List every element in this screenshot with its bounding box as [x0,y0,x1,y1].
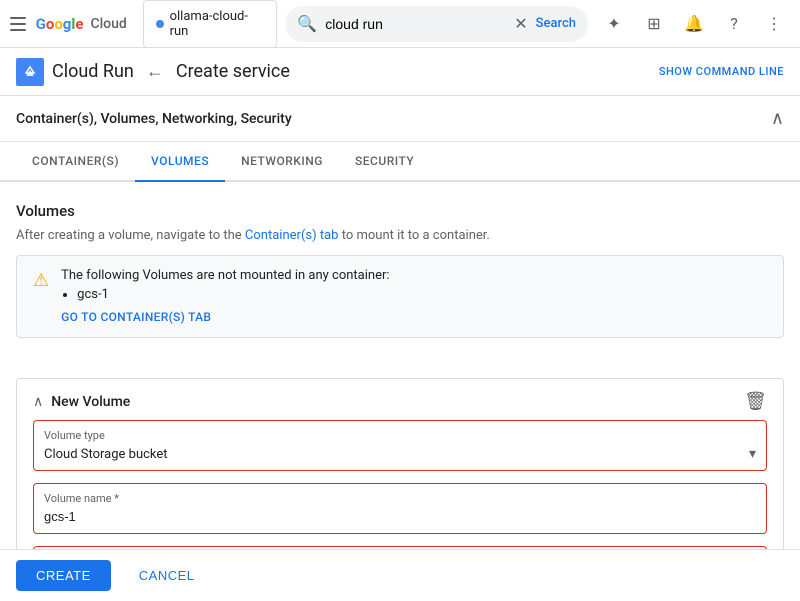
tab-networking[interactable]: NETWORKING [225,142,339,182]
tab-label: ollama-cloud-run [170,9,265,39]
volume-name-input[interactable] [44,509,756,524]
help-icon[interactable]: ? [716,6,752,42]
section-header: Container(s), Volumes, Networking, Secur… [0,96,800,142]
warning-text: The following Volumes are not mounted in… [61,268,767,283]
sub-header-left: Cloud Run ← Create service [16,58,290,86]
search-input[interactable] [325,16,506,32]
top-bar: Google Cloud ollama-cloud-run 🔍 ✕ Search… [0,0,800,48]
delete-volume-icon[interactable]: 🗑 [744,391,767,412]
volume-type-select[interactable]: Cloud Storage bucket ▾ [44,446,756,462]
browser-tab[interactable]: ollama-cloud-run [143,0,278,48]
volumes-description: After creating a volume, navigate to the… [16,228,784,243]
search-button[interactable]: Search [536,16,576,31]
volume-type-value: Cloud Storage bucket [44,447,168,462]
bell-icon[interactable]: 🔔 [676,6,712,42]
container-tab-link[interactable]: Container(s) tab [245,228,339,243]
volume-type-label: Volume type [44,429,756,442]
warning-content: The following Volumes are not mounted in… [61,268,767,325]
search-clear-icon[interactable]: ✕ [514,14,527,33]
tab-security[interactable]: SECURITY [339,142,430,182]
section-title: Container(s), Volumes, Networking, Secur… [16,111,292,127]
cloud-run-icon [16,58,44,86]
volumes-desc-prefix: After creating a volume, navigate to the [16,228,245,243]
volume-type-arrow-icon: ▾ [749,446,756,462]
go-to-container-tab-link[interactable]: GO TO CONTAINER(S) TAB [61,310,211,324]
new-volume-panel: ∧ New Volume 🗑 Volume type Cloud Storage… [16,378,784,549]
service-name: Cloud Run [52,61,134,82]
volumes-content: Volumes After creating a volume, navigat… [0,182,800,378]
volume-name-field[interactable]: Volume name [33,483,767,534]
sparkle-icon[interactable]: ✦ [596,6,632,42]
volume-name-label: Volume name [44,492,756,505]
sub-header: Cloud Run ← Create service SHOW COMMAND … [0,48,800,96]
grid-icon[interactable]: ⊞ [636,6,672,42]
warning-list-item: gcs-1 [77,287,767,302]
main-scroll: Container(s), Volumes, Networking, Secur… [0,96,800,549]
search-bar: 🔍 ✕ Search [285,6,588,42]
new-volume-title-row: ∧ New Volume [33,394,130,410]
bottom-bar: CREATE CANCEL [0,549,800,601]
volumes-title: Volumes [16,202,784,220]
new-volume-chevron-icon[interactable]: ∧ [33,394,43,410]
volume-type-field: Volume type Cloud Storage bucket ▾ [33,420,767,471]
cloud-run-svg [21,63,39,81]
warning-box: ⚠ The following Volumes are not mounted … [16,255,784,338]
cancel-button[interactable]: CANCEL [119,560,215,591]
menu-icon[interactable] [8,14,28,34]
volume-form: Volume type Cloud Storage bucket ▾ Volum… [17,420,783,549]
search-magnifier-icon: 🔍 [297,14,317,33]
collapse-icon[interactable]: ∧ [771,108,784,129]
top-icons: ✦ ⊞ 🔔 ? ⋮ [596,6,792,42]
show-command-line-button[interactable]: SHOW COMMAND LINE [659,65,784,78]
create-service-label: Create service [176,61,290,82]
more-icon[interactable]: ⋮ [756,6,792,42]
tab-container[interactable]: CONTAINER(S) [16,142,135,182]
new-volume-label: New Volume [51,394,130,410]
tab-volumes[interactable]: VOLUMES [135,142,225,182]
new-volume-header: ∧ New Volume 🗑 [17,379,783,420]
warning-list: gcs-1 [77,287,767,302]
volumes-desc-suffix: to mount it to a container. [338,228,489,243]
create-button[interactable]: CREATE [16,560,111,591]
warning-triangle-icon: ⚠ [33,270,49,325]
back-arrow-icon[interactable]: ← [146,61,164,82]
tabs-bar: CONTAINER(S) VOLUMES NETWORKING SECURITY [0,142,800,182]
google-cloud-logo: Google Cloud [36,15,127,33]
